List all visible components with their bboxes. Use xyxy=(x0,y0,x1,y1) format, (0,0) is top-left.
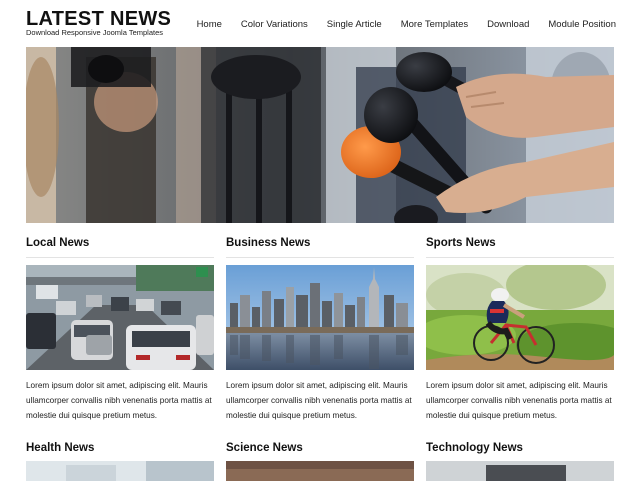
section-text: Lorem ipsum dolor sit amet, adipiscing e… xyxy=(26,381,212,420)
section-title[interactable]: Technology News xyxy=(426,442,614,454)
section-title[interactable]: Business News xyxy=(226,237,414,249)
main-nav: Home Color Variations Single Article Mor… xyxy=(178,19,616,30)
section-text: Lorem ipsum dolor sit amet, adipiscing e… xyxy=(426,381,612,420)
section-technology-news: Technology News xyxy=(426,442,614,481)
divider xyxy=(26,257,214,258)
section-local-news: Local News Lorem ipsum dolor sit amet, a… xyxy=(26,237,214,423)
nav-more-templates[interactable]: More Templates xyxy=(401,19,468,30)
section-business-news: Business News Lorem ipsum dolor sit amet… xyxy=(226,237,414,423)
section-text: Lorem ipsum dolor sit amet, adipiscing e… xyxy=(226,381,412,420)
section-health-news: Health News xyxy=(26,442,214,481)
health-news-image[interactable] xyxy=(26,461,214,481)
hero-image xyxy=(26,47,614,223)
local-news-image[interactable] xyxy=(26,265,214,370)
business-news-image[interactable] xyxy=(226,265,414,370)
site-subtitle: Download Responsive Joomla Templates xyxy=(26,28,164,37)
nav-download[interactable]: Download xyxy=(487,19,529,30)
section-title[interactable]: Health News xyxy=(26,442,214,454)
divider xyxy=(226,257,414,258)
technology-news-image[interactable] xyxy=(426,461,614,481)
science-news-image[interactable] xyxy=(226,461,414,481)
section-science-news: Science News xyxy=(226,442,414,481)
nav-color-variations[interactable]: Color Variations xyxy=(241,19,308,30)
section-sports-news: Sports News Lorem ipsum dolor sit amet, … xyxy=(426,237,614,423)
nav-home[interactable]: Home xyxy=(197,19,222,30)
nav-module-position[interactable]: Module Position xyxy=(548,19,616,30)
header: LATEST NEWS Download Responsive Joomla T… xyxy=(26,8,616,42)
page: LATEST NEWS Download Responsive Joomla T… xyxy=(0,0,640,481)
sports-news-image[interactable] xyxy=(426,265,614,370)
divider xyxy=(426,257,614,258)
section-title[interactable]: Local News xyxy=(26,237,214,249)
section-title[interactable]: Science News xyxy=(226,442,414,454)
section-title[interactable]: Sports News xyxy=(426,237,614,249)
nav-single-article[interactable]: Single Article xyxy=(327,19,382,30)
